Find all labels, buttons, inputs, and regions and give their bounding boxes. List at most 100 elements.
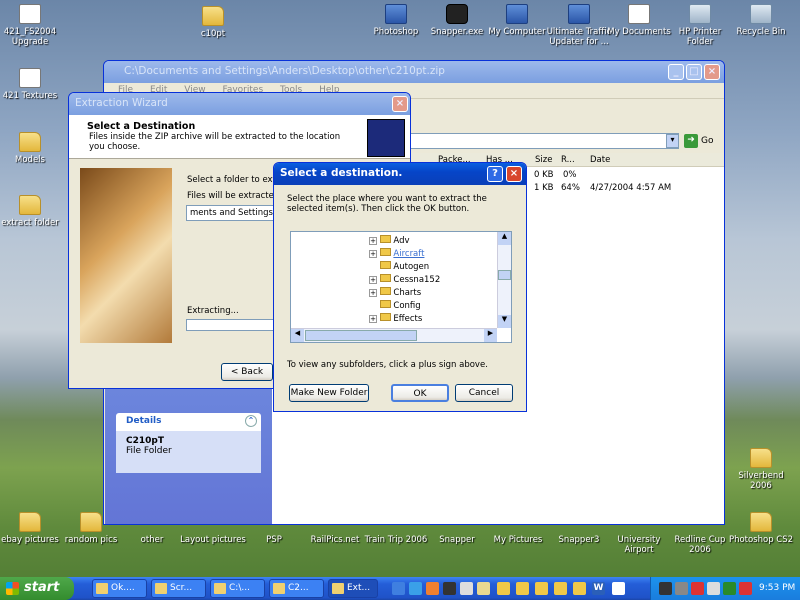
start-button[interactable]: start [0,577,74,600]
clock[interactable]: 9:53 PM [759,583,795,593]
system-tray: 9:53 PM [650,577,800,600]
expand-icon[interactable]: + [369,276,377,284]
folder-icon [379,300,391,308]
expand-icon[interactable]: + [369,250,377,258]
expand-icon[interactable]: + [369,289,377,297]
folder-icon[interactable] [554,582,567,595]
close-button[interactable]: × [392,96,408,112]
task-button-2[interactable]: Scr... [151,579,206,598]
ie-icon[interactable] [392,582,405,595]
wireless-icon[interactable] [723,582,736,595]
explorer-title-bar[interactable]: C:\Documents and Settings\Anders\Desktop… [104,61,724,83]
folder-icon [19,512,41,532]
back-button[interactable]: < Back [221,363,273,381]
horizontal-scrollbar[interactable]: ◀ ▶ [291,328,497,342]
desktop-icon-snapper-exe[interactable]: Snapper.exe [424,4,490,37]
minimize-button[interactable]: _ [668,64,684,80]
media-icon[interactable] [426,582,439,595]
window-icon[interactable] [460,582,473,595]
tree-item-aircraft[interactable]: + Aircraft [369,248,424,259]
folder-icon [379,235,391,243]
cancel-button[interactable]: Cancel [455,384,513,402]
scroll-thumb[interactable] [305,330,417,341]
computer-icon [506,4,528,24]
speaker-icon[interactable] [675,582,688,595]
tree-item-cessna152[interactable]: + Cessna152 [369,274,440,285]
scroll-down-icon[interactable]: ▼ [498,315,511,328]
help-button[interactable]: ? [487,166,503,182]
camera-icon[interactable] [443,582,456,595]
desktop-icon-my-computer[interactable]: My Computer [484,4,550,37]
tree-item-adv[interactable]: + Adv [369,235,410,246]
details-header[interactable]: Details ⌃ [116,413,261,431]
desktop-icon-photoshop-cs2[interactable]: Photoshop CS2 [728,512,794,545]
address-input[interactable] [404,133,679,149]
usb-icon[interactable] [707,582,720,595]
desktop-icon-421-textures[interactable]: 421 Textures [0,68,63,101]
desktop-icon-models[interactable]: Models [0,132,63,165]
tree-item-effects[interactable]: + Effects [369,313,422,324]
documents-icon [628,4,650,24]
notepad-icon[interactable] [612,582,625,595]
folder-icon [750,512,772,532]
tree-item-config[interactable]: Config [369,300,421,311]
folder-icon[interactable] [535,582,548,595]
task-button-3[interactable]: C:\... [210,579,265,598]
dialog-instruction: Select the place where you want to extra… [287,194,487,214]
go-button[interactable]: Go [701,136,713,146]
desktop-icon-421-fs2004[interactable]: 421_FS2004 Upgrade [0,4,63,47]
wizard-description: Files inside the ZIP archive will be ext… [89,132,341,152]
folder-icon[interactable] [516,582,529,595]
column-size[interactable]: Size [535,155,552,165]
maximize-button[interactable]: □ [686,64,702,80]
desktop-icon-hp-printer[interactable]: HP Printer Folder [667,4,733,47]
vertical-scrollbar[interactable]: ▲ ▼ [497,232,511,328]
scroll-left-icon[interactable]: ◀ [291,329,304,342]
chevron-down-icon[interactable]: ▾ [666,134,679,148]
tree-items: + Adv + Aircraft Autogen + Cessna152 + C… [291,232,497,328]
column-date[interactable]: Date [590,155,610,165]
scroll-thumb[interactable] [498,270,511,280]
scroll-right-icon[interactable]: ▶ [484,329,497,342]
alert-icon[interactable] [691,582,704,595]
collapse-icon[interactable]: ⌃ [245,415,257,427]
task-button-4[interactable]: C2... [269,579,324,598]
subfolder-hint: To view any subfolders, click a plus sig… [287,360,488,370]
security-icon[interactable] [739,582,752,595]
document-icon [19,68,41,88]
ok-button[interactable]: OK [391,384,449,402]
folder-icon[interactable] [497,582,510,595]
expand-icon[interactable]: + [369,237,377,245]
network-icon[interactable] [659,582,672,595]
folder-icon [19,195,41,215]
scroll-up-icon[interactable]: ▲ [498,232,511,245]
document-icon[interactable] [477,582,490,595]
desktop-icon-recycle-bin[interactable]: Recycle Bin [728,4,794,37]
desktop-icon-silverbend[interactable]: Silverbend 2006 [728,448,794,491]
desktop-icon-extract-folder[interactable]: extract folder [0,195,63,228]
expand-icon[interactable]: + [369,315,377,323]
desktop-icon-photoshop[interactable]: Photoshop [363,4,429,37]
desktop-icon-ultimate-traffic[interactable]: Ultimate Traffic Updater for ... [546,4,612,47]
desktop-icon-my-documents[interactable]: My Documents [606,4,672,37]
tree-item-autogen[interactable]: Autogen [369,261,429,272]
recycle-bin-icon [750,4,772,24]
close-button[interactable]: × [704,64,720,80]
progress-bar [186,319,286,331]
destination-path-input[interactable]: ments and Settings\An [186,205,286,221]
browser-icon[interactable] [409,582,422,595]
go-arrow-icon[interactable]: ➜ [684,134,698,148]
column-ratio[interactable]: R... [561,155,575,165]
folder-icon [379,248,391,256]
tree-item-charts[interactable]: + Charts [369,287,421,298]
close-button[interactable]: × [506,166,522,182]
folder-tree[interactable]: + Adv + Aircraft Autogen + Cessna152 + C… [290,231,512,343]
task-button-1[interactable]: Ok.... [92,579,147,598]
desktop-icon-c10pt[interactable]: c10pt [180,6,246,39]
folder-icon[interactable] [573,582,586,595]
desktop-icon-ebay-pictures[interactable]: ebay pictures [0,512,63,545]
wizard-title-bar[interactable]: Extraction Wizard [69,93,410,115]
task-button-5[interactable]: Ext... [328,579,378,598]
word-icon[interactable]: W [592,582,605,595]
make-new-folder-button[interactable]: Make New Folder [289,384,369,402]
